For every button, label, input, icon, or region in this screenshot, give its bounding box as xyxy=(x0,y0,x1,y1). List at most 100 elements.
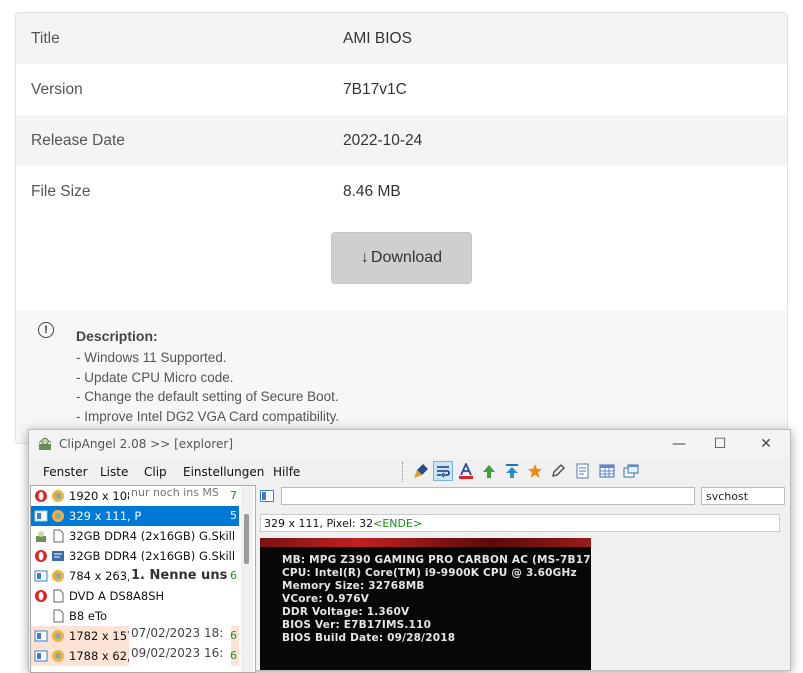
description-list: - Windows 11 Supported. - Update CPU Mic… xyxy=(76,348,339,426)
window-app-icon xyxy=(34,630,48,642)
process-field[interactable]: svchost xyxy=(701,487,785,505)
window-app-icon xyxy=(34,650,48,662)
close-button[interactable]: ✕ xyxy=(751,434,781,454)
clipangel-window: ClipAngel 2.08 >> [explorer] — ☐ ✕ Fenst… xyxy=(28,429,791,673)
menu-fenster[interactable]: Fenster xyxy=(43,465,88,479)
row-label: Release Date xyxy=(31,132,125,149)
clip-info-text: 329 x 111, Pixel: 32 xyxy=(264,517,374,530)
list-item-count: 5 xyxy=(230,509,237,522)
row-label: Version xyxy=(31,81,83,98)
menu-einstellungen[interactable]: Einstellungen xyxy=(183,465,264,479)
list-scrollbar[interactable] xyxy=(241,486,253,672)
list-item-text: B8 eTo xyxy=(69,609,108,623)
row-label: Title xyxy=(31,30,60,47)
list-item-preview: 09/02/2023 16: xyxy=(129,646,231,666)
image-clip-icon xyxy=(52,490,64,502)
row-value: 7B17v1C xyxy=(343,81,407,98)
window-app-icon xyxy=(34,510,48,522)
list-item-preview: 07/02/2023 18: xyxy=(129,626,231,646)
image-text-line: BIOS Ver: E7B17IMS.110 xyxy=(282,619,432,631)
move-up-icon[interactable] xyxy=(479,461,499,481)
list-item[interactable]: 32GB DDR4 (2x16GB) G.Skill DD xyxy=(31,546,239,566)
filter-input[interactable] xyxy=(281,487,695,505)
maximize-button[interactable]: ☐ xyxy=(705,434,735,454)
info-icon: ! xyxy=(38,322,54,338)
image-red-strip xyxy=(260,538,591,547)
clip-image-preview[interactable]: MB: MPG Z390 GAMING PRO CARBON AC (MS-7B… xyxy=(260,538,591,670)
table-icon[interactable] xyxy=(597,461,617,481)
clip-window-icon[interactable] xyxy=(260,490,274,502)
html-clip-icon xyxy=(52,551,64,561)
opera-icon xyxy=(35,490,47,502)
row-value: AMI BIOS xyxy=(343,30,412,47)
list-item-preview: nur noch ins MS xyxy=(129,486,231,506)
download-arrow-icon: ↓ xyxy=(360,249,369,266)
row-version: Version 7B17v1C xyxy=(16,64,787,115)
minimize-button[interactable]: — xyxy=(664,434,694,454)
image-clip-icon xyxy=(52,510,64,522)
image-clip-icon xyxy=(52,570,64,582)
row-label: File Size xyxy=(31,183,91,200)
list-item[interactable]: 329 x 111, P 5 xyxy=(31,506,239,526)
clipangel-app-icon xyxy=(38,437,52,450)
list-item-count: 6 xyxy=(230,629,237,642)
text-clip-icon xyxy=(53,609,64,623)
font-color-icon[interactable] xyxy=(456,461,476,481)
menu-bar: Fenster Liste Clip Einstellungen Hilfe xyxy=(29,459,790,485)
clipangel-app-icon xyxy=(36,531,46,542)
description-box: ! Description: - Windows 11 Supported. -… xyxy=(16,311,787,443)
view-text-icon[interactable] xyxy=(573,461,593,481)
row-release-date: Release Date 2022-10-24 xyxy=(16,115,787,166)
toolbar-separator xyxy=(402,462,404,482)
row-file-size: File Size 8.46 MB xyxy=(16,166,787,217)
list-item[interactable]: 784 x 263, P 1. Nenne uns 6 xyxy=(31,566,239,586)
list-item[interactable]: 32GB DDR4 (2x16GB) G.Skill DD xyxy=(31,526,239,546)
description-line: - Update CPU Micro code. xyxy=(76,369,234,385)
list-item[interactable]: B8 eTo xyxy=(31,606,239,626)
clip-list[interactable]: 1920 x 1080 nur noch ins MS 7 329 x 111,… xyxy=(30,485,256,673)
scrollbar-thumb[interactable] xyxy=(244,514,249,564)
text-clip-icon xyxy=(53,589,64,603)
opera-icon xyxy=(35,590,47,602)
row-title: Title AMI BIOS xyxy=(16,13,787,64)
clean-icon[interactable] xyxy=(411,461,431,481)
image-clip-icon xyxy=(52,630,64,642)
menu-hilfe[interactable]: Hilfe xyxy=(273,465,300,479)
clip-end-marker: <ENDE> xyxy=(373,517,423,530)
download-details-card: Title AMI BIOS Version 7B17v1C Release D… xyxy=(15,12,788,444)
list-item-count: 7 xyxy=(230,489,237,502)
window-icon[interactable] xyxy=(621,461,641,481)
download-area: ↓ Download xyxy=(16,217,787,311)
menu-clip[interactable]: Clip xyxy=(144,465,167,479)
menu-liste[interactable]: Liste xyxy=(100,465,128,479)
image-text-line: DDR Voltage: 1.360V xyxy=(282,606,410,618)
list-item[interactable]: 1788 x 62, P 09/02/2023 16: 6 xyxy=(31,646,239,666)
wrap-text-icon[interactable] xyxy=(433,461,453,481)
move-top-icon[interactable] xyxy=(502,461,522,481)
title-bar[interactable]: ClipAngel 2.08 >> [explorer] — ☐ ✕ xyxy=(29,430,790,459)
download-button[interactable]: ↓ Download xyxy=(331,232,472,284)
list-item-text: 32GB DDR4 (2x16GB) G.Skill DD xyxy=(69,549,239,563)
list-item-text: 32GB DDR4 (2x16GB) G.Skill DD xyxy=(69,529,239,543)
image-text-line: MB: MPG Z390 GAMING PRO CARBON AC (MS-7B… xyxy=(282,554,591,566)
text-clip-icon xyxy=(53,529,64,543)
list-item-count: 6 xyxy=(230,569,237,582)
list-item[interactable]: DVD A DS8A8SH xyxy=(31,586,239,606)
list-item-count: 6 xyxy=(230,649,237,662)
list-item-preview: 1. Nenne uns xyxy=(129,568,231,586)
description-line: - Change the default setting of Secure B… xyxy=(76,389,339,404)
clip-info-bar: 329 x 111, Pixel: 32<ENDE> xyxy=(260,514,780,532)
image-text-line: Memory Size: 32768MB xyxy=(282,580,425,592)
edit-pencil-icon[interactable] xyxy=(548,461,568,481)
list-item-text: DVD A DS8A8SH xyxy=(69,589,165,603)
opera-icon xyxy=(35,550,47,562)
window-app-icon xyxy=(34,570,48,582)
list-item[interactable]: 1782 x 157, I 07/02/2023 18: 6 xyxy=(31,626,239,646)
favorite-star-icon[interactable] xyxy=(525,461,545,481)
description-line: - Improve Intel DG2 VGA Card compatibili… xyxy=(76,408,340,424)
list-item[interactable]: 1920 x 1080 nur noch ins MS 7 xyxy=(31,486,239,506)
image-text-line: CPU: Intel(R) Core(TM) i9-9900K CPU @ 3.… xyxy=(282,567,577,579)
image-clip-icon xyxy=(52,650,64,662)
list-item-text: 329 x 111, P xyxy=(69,509,142,523)
description-title: Description: xyxy=(76,328,158,344)
